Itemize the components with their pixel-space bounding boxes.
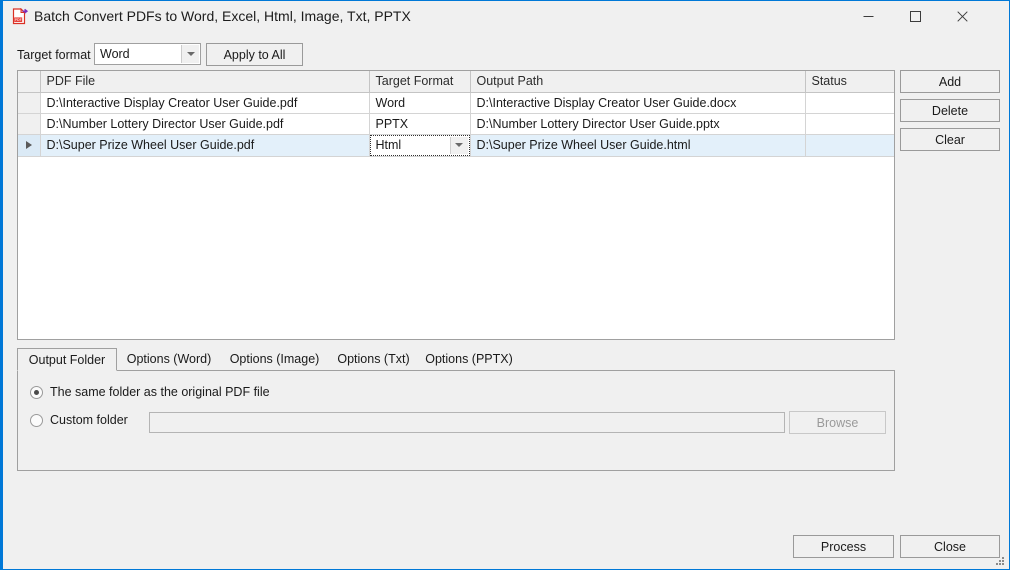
current-row-marker-icon xyxy=(25,141,32,149)
cell-target-format[interactable]: Word xyxy=(369,92,471,114)
files-table: PDF File Target Format Output Path Statu… xyxy=(18,71,894,157)
maximize-button[interactable] xyxy=(892,1,938,31)
column-header-selector xyxy=(18,71,41,93)
tab-options-txt[interactable]: Options (Txt) xyxy=(328,348,419,371)
tab-strip: Output Folder Options (Word) Options (Im… xyxy=(17,348,895,371)
cell-status[interactable] xyxy=(805,134,894,157)
clear-button[interactable]: Clear xyxy=(900,128,1000,151)
table-row[interactable]: D:\Number Lottery Director User Guide.pd… xyxy=(18,113,894,135)
app-window: PDF Batch Convert PDFs to Word, Excel, H… xyxy=(0,0,1010,570)
table-header-row: PDF File Target Format Output Path Statu… xyxy=(18,71,894,93)
table-row[interactable]: D:\Super Prize Wheel User Guide.pdf Html… xyxy=(18,134,894,157)
minimize-button[interactable] xyxy=(845,1,891,31)
maximize-icon xyxy=(909,10,921,22)
same-folder-label: The same folder as the original PDF file xyxy=(50,385,270,399)
cell-output-path[interactable]: D:\Super Prize Wheel User Guide.html xyxy=(470,134,806,157)
chevron-down-icon[interactable] xyxy=(181,45,199,63)
column-header-output-path[interactable]: Output Path xyxy=(470,71,806,93)
target-format-value: Word xyxy=(100,47,130,61)
tab-output-folder[interactable]: Output Folder xyxy=(17,348,117,371)
custom-folder-radio-row[interactable]: Custom folder xyxy=(30,413,128,428)
files-grid[interactable]: PDF File Target Format Output Path Statu… xyxy=(17,70,895,340)
tab-strip-filler xyxy=(519,348,895,371)
cell-status[interactable] xyxy=(805,113,894,135)
custom-folder-label: Custom folder xyxy=(50,413,128,427)
custom-folder-radio[interactable] xyxy=(30,414,43,427)
table-row[interactable]: D:\Interactive Display Creator User Guid… xyxy=(18,92,894,114)
active-tab-seam xyxy=(18,369,116,371)
chevron-down-icon[interactable] xyxy=(449,136,468,154)
add-button[interactable]: Add xyxy=(900,70,1000,93)
close-icon xyxy=(956,10,968,22)
close-button[interactable]: Close xyxy=(900,535,1000,558)
column-header-status[interactable]: Status xyxy=(805,71,894,93)
tab-options-image[interactable]: Options (Image) xyxy=(221,348,328,371)
browse-button[interactable]: Browse xyxy=(789,411,886,434)
row-selector-cell[interactable] xyxy=(18,113,41,135)
column-header-target-format[interactable]: Target Format xyxy=(369,71,471,93)
window-title: Batch Convert PDFs to Word, Excel, Html,… xyxy=(34,8,411,24)
cell-target-format[interactable]: Html xyxy=(369,134,471,157)
cell-pdf-file[interactable]: D:\Super Prize Wheel User Guide.pdf xyxy=(40,134,370,157)
target-format-label: Target format xyxy=(17,48,91,62)
cell-output-path[interactable]: D:\Interactive Display Creator User Guid… xyxy=(470,92,806,114)
cell-pdf-file[interactable]: D:\Interactive Display Creator User Guid… xyxy=(40,92,370,114)
cell-status[interactable] xyxy=(805,92,894,114)
svg-text:PDF: PDF xyxy=(15,18,22,22)
resize-grip-icon[interactable] xyxy=(993,554,1005,566)
cell-target-format[interactable]: PPTX xyxy=(369,113,471,135)
custom-folder-input[interactable] xyxy=(149,412,785,433)
close-window-button[interactable] xyxy=(939,1,985,31)
target-format-cell-value: Html xyxy=(375,137,402,152)
row-selector-cell[interactable] xyxy=(18,92,41,114)
target-format-combobox[interactable]: Word xyxy=(94,43,201,65)
minimize-icon xyxy=(863,15,873,17)
tab-options-pptx[interactable]: Options (PPTX) xyxy=(419,348,519,371)
process-button[interactable]: Process xyxy=(793,535,894,558)
target-format-cell-combobox[interactable]: Html xyxy=(369,134,469,155)
pdf-convert-icon: PDF xyxy=(11,7,29,25)
apply-to-all-button[interactable]: Apply to All xyxy=(206,43,303,66)
title-bar[interactable]: PDF Batch Convert PDFs to Word, Excel, H… xyxy=(3,1,1009,32)
delete-button[interactable]: Delete xyxy=(900,99,1000,122)
cell-pdf-file[interactable]: D:\Number Lottery Director User Guide.pd… xyxy=(40,113,370,135)
column-header-pdf-file[interactable]: PDF File xyxy=(40,71,370,93)
same-folder-radio[interactable] xyxy=(30,386,43,399)
tab-options-word[interactable]: Options (Word) xyxy=(117,348,221,371)
cell-output-path[interactable]: D:\Number Lottery Director User Guide.pp… xyxy=(470,113,806,135)
row-selector-cell[interactable] xyxy=(18,134,41,157)
same-folder-radio-row[interactable]: The same folder as the original PDF file xyxy=(30,385,270,400)
